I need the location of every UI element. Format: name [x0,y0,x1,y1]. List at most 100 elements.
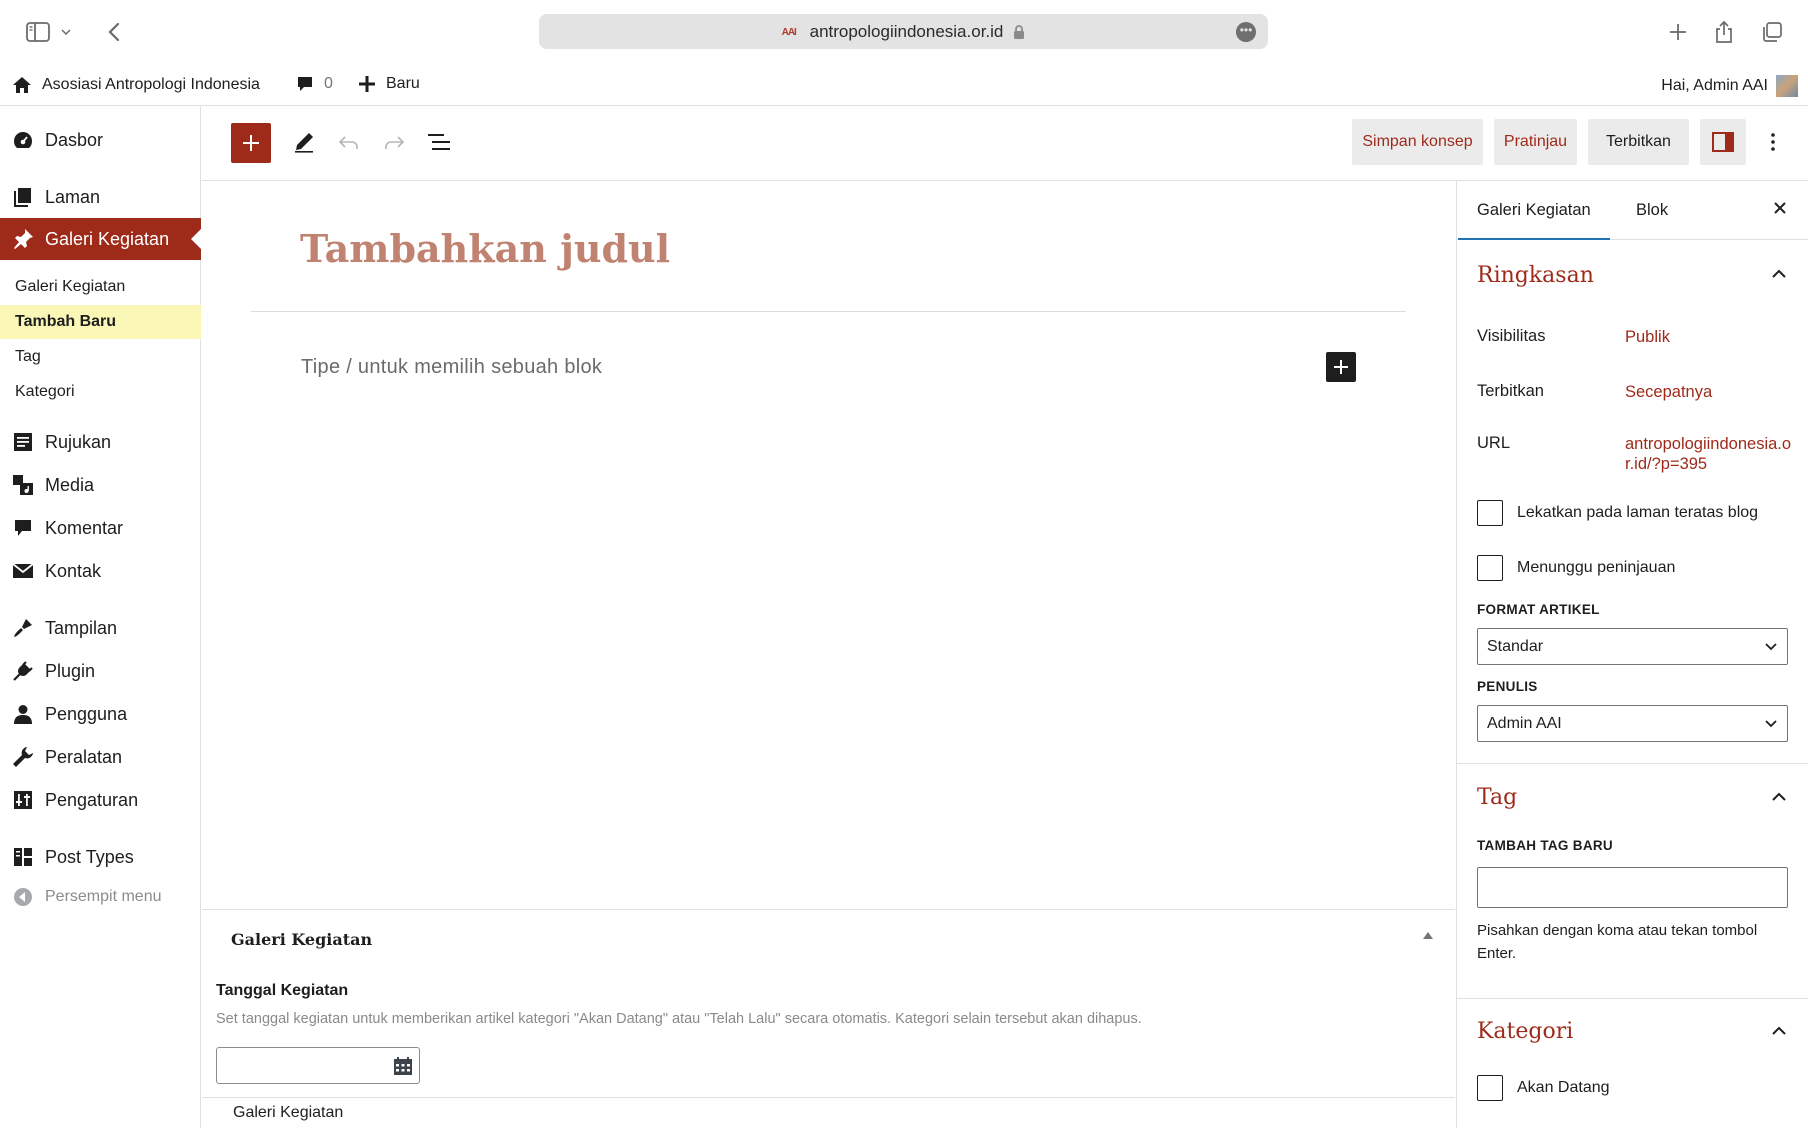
chevron-down-icon [1765,720,1777,728]
plus-icon [359,76,375,92]
settings-sidebar: Galeri Kegiatan Blok Ringkasan Visibilit… [1456,181,1808,1128]
address-bar[interactable]: AAI antropologiindonesia.or.id ••• [539,14,1268,49]
document-overview-button[interactable] [423,126,455,158]
author-select[interactable]: Admin AAI [1477,705,1788,742]
redo-button[interactable] [378,126,410,158]
plugin-icon [12,660,34,682]
avatar [1776,75,1798,97]
menu-peralatan[interactable]: Peralatan [0,737,201,777]
menu-rujukan[interactable]: Rujukan [0,422,201,462]
menu-pengguna[interactable]: Pengguna [0,694,201,734]
menu-media[interactable]: Media [0,465,201,505]
publish-date-label: Terbitkan [1477,382,1544,400]
menu-komentar[interactable]: Komentar [0,508,201,548]
submenu-label: Tag [15,348,41,365]
sidebar-toggle-icon[interactable] [24,18,52,46]
add-block-button[interactable] [1326,352,1356,382]
user-icon [12,703,34,725]
menu-dasbor[interactable]: Dasbor [0,120,201,160]
menu-label: Galeri Kegiatan [45,228,170,249]
menu-label: Laman [45,186,101,207]
sticky-checkbox[interactable] [1477,500,1503,526]
breadcrumb-item[interactable]: Galeri Kegiatan [233,1104,343,1121]
chevron-up-icon[interactable] [1772,1026,1786,1035]
calendar-icon[interactable] [393,1056,413,1076]
visibility-value[interactable]: Publik [1625,327,1795,347]
undo-button[interactable] [333,126,365,158]
menu-label: Pengaturan [45,789,139,810]
galeri-kegiatan-metabox: Galeri Kegiatan Tanggal Kegiatan Set tan… [202,909,1455,1097]
save-draft-label: Simpan konsep [1362,133,1473,150]
appearance-icon [12,617,34,639]
save-draft-button[interactable]: Simpan konsep [1352,119,1483,165]
publish-date-value[interactable]: Secepatnya [1625,382,1795,402]
block-placeholder[interactable]: Tipe / untuk memilih sebuah blok [301,356,602,379]
post-types-icon [12,846,34,868]
submenu-galeri-kegiatan[interactable]: Galeri Kegiatan [0,270,201,304]
chevron-down-icon[interactable] [58,18,74,46]
close-icon [1774,202,1786,214]
publish-button[interactable]: Terbitkan [1588,119,1689,165]
browser-toolbar: AAI antropologiindonesia.or.id ••• [0,0,1808,64]
tools-button[interactable] [288,126,320,158]
chevron-up-icon[interactable] [1772,269,1786,278]
menu-laman[interactable]: Laman [0,177,201,217]
tab-block[interactable]: Blok [1636,201,1668,220]
submenu-tambah-baru[interactable]: Tambah Baru [0,305,201,339]
options-menu-button[interactable] [1757,126,1789,158]
add-tag-input[interactable] [1477,867,1788,908]
submenu-tag[interactable]: Tag [0,340,201,374]
tools-icon [12,746,34,768]
submenu-kategori[interactable]: Kategori [0,375,201,409]
comments-link[interactable]: 0 [296,75,333,93]
menu-post-types[interactable]: Post Types [0,837,201,877]
post-title-input[interactable]: Tambahkan judul [300,226,670,271]
settings-tabs: Galeri Kegiatan Blok [1457,181,1808,240]
author-value: Admin AAI [1487,715,1562,732]
new-tab-icon[interactable] [1664,18,1692,46]
tag-panel-title[interactable]: Tag [1477,785,1517,810]
redo-icon [385,136,405,149]
comment-icon [298,77,312,91]
url-label: URL [1477,434,1511,452]
block-inserter-button[interactable] [231,123,271,163]
menu-galeri-kegiatan[interactable]: Galeri Kegiatan [0,218,201,260]
new-content-link[interactable]: Baru [358,75,420,93]
category-panel-title[interactable]: Kategori [1477,1019,1573,1044]
menu-label: Media [45,474,95,495]
preview-button[interactable]: Pratinjau [1494,119,1577,165]
more-icon[interactable]: ••• [1236,22,1256,42]
post-format-select[interactable]: Standar [1477,628,1788,665]
back-icon[interactable] [100,18,128,46]
menu-pengaturan[interactable]: Pengaturan [0,780,201,820]
collapse-caret-icon[interactable] [1423,932,1433,939]
pending-review-checkbox[interactable] [1477,555,1503,581]
summary-panel-title[interactable]: Ringkasan [1477,263,1594,288]
menu-label: Tampilan [45,617,118,638]
chevron-up-icon[interactable] [1772,792,1786,801]
media-icon [12,474,34,496]
lock-icon [1014,24,1025,39]
editor-toolbar: Simpan konsep Pratinjau Terbitkan [202,106,1808,181]
url-value[interactable]: antropologiindonesia.or.id/?p=395 [1625,434,1795,474]
pin-icon [12,228,34,250]
category-checkbox[interactable] [1477,1075,1503,1101]
site-name-link[interactable]: Asosiasi Antropologi Indonesia [12,75,260,95]
panel-divider [1457,998,1808,999]
post-format-label: FORMAT ARTIKEL [1477,602,1600,617]
event-date-input[interactable] [216,1047,420,1084]
menu-kontak[interactable]: Kontak [0,551,201,591]
tabs-overview-icon[interactable] [1758,18,1786,46]
collapse-menu-button[interactable]: Persempit menu [0,877,201,917]
comments-count: 0 [324,75,333,92]
tab-post[interactable]: Galeri Kegiatan [1458,201,1610,240]
wp-admin-bar: Asosiasi Antropologi Indonesia 0 Baru Ha… [0,64,1808,106]
my-account-link[interactable]: Hai, Admin AAI [1661,75,1798,97]
menu-plugin[interactable]: Plugin [0,651,201,691]
close-settings-button[interactable] [1773,201,1787,215]
menu-tampilan[interactable]: Tampilan [0,608,201,648]
visibility-label: Visibilitas [1477,327,1546,345]
comments-icon [12,517,34,539]
settings-toggle-button[interactable] [1700,119,1746,165]
share-icon[interactable] [1710,18,1738,46]
